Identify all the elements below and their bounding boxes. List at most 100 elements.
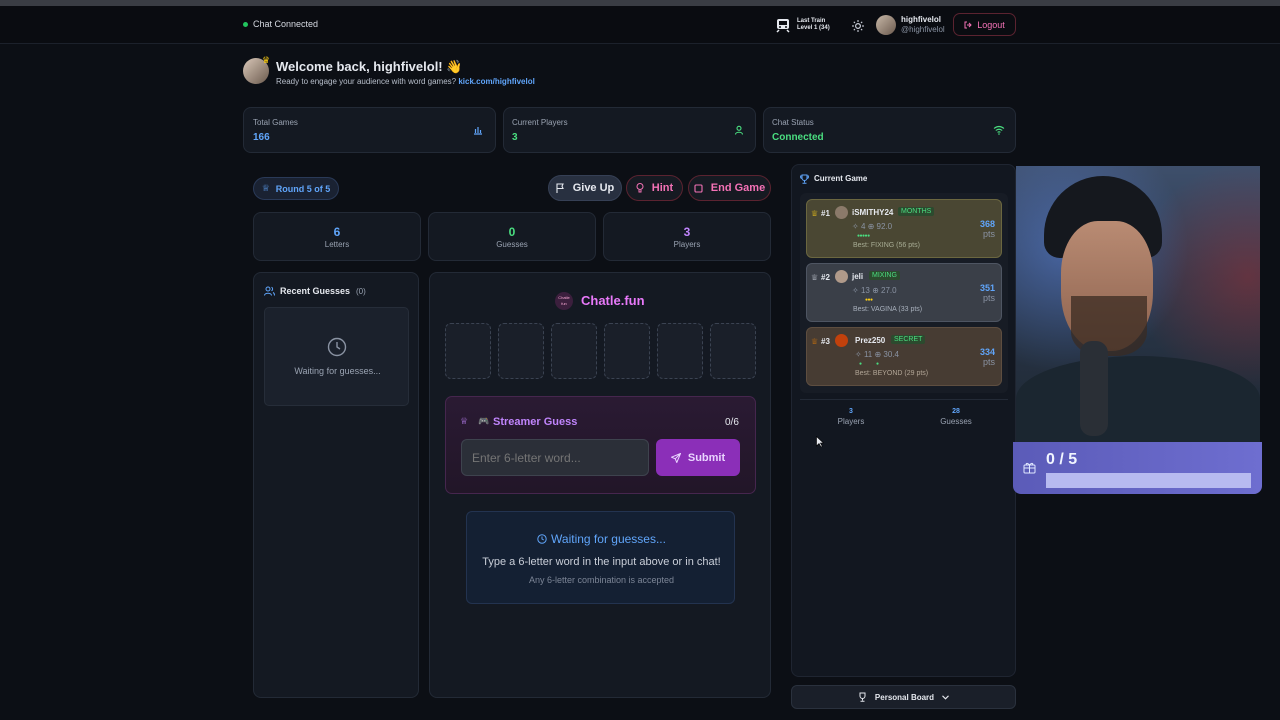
goal-overlay: 0 / 5: [1013, 442, 1262, 494]
stat-card-current-players: Current Players 3: [503, 107, 756, 153]
player-word-tag: SECRET: [891, 335, 926, 344]
welcome-title-text: Welcome back, highfivelol!: [276, 59, 443, 74]
personal-board-toggle[interactable]: Personal Board: [791, 685, 1016, 709]
player-best: Best: VAGINA (33 pts): [853, 306, 923, 313]
leaderboard-row-1[interactable]: ♕ #1 iSMITHY24 MONTHS ✧ 4 ⊕ 92.0 ●●●●● B…: [806, 199, 1002, 258]
rank-crown-icon: ♕: [811, 209, 819, 218]
submit-button[interactable]: Submit: [656, 439, 740, 476]
total-games-label: Total Games: [253, 118, 298, 127]
personal-board-label: Personal Board: [874, 692, 935, 702]
player-word-tag: MONTHS: [898, 207, 935, 216]
gift-icon: [1023, 462, 1036, 474]
leaderboard-row-2[interactable]: ♕ #2 jeli MIXING ✧ 13 ⊕ 27.0 ●●● Best: V…: [806, 263, 1002, 322]
hint-button[interactable]: Hint: [626, 175, 683, 201]
channel-link[interactable]: kick.com/highfivelol: [458, 77, 534, 86]
player-stats: ✧ 13 ⊕ 27.0: [852, 286, 897, 295]
waiting-title-text: Waiting for guesses...: [551, 532, 666, 546]
player-stat-b: 30.4: [883, 350, 899, 359]
current-game-title: Current Game: [814, 174, 868, 183]
chat-status-label: Chat Status: [772, 118, 814, 127]
players-value: 3: [683, 225, 691, 239]
waiting-clock-icon: [537, 534, 547, 544]
logout-button[interactable]: Logout: [953, 13, 1016, 36]
player-stat-a: 11: [863, 350, 873, 359]
theme-toggle-icon[interactable]: [852, 19, 864, 32]
rank-trophy-icon: ♕: [811, 273, 819, 282]
flag-icon: [556, 183, 564, 193]
recent-guesses-title: Recent Guesses: [280, 286, 351, 296]
guess-counter: 0/6: [725, 417, 739, 428]
chat-connected-status: Chat Connected: [253, 19, 319, 29]
points-label: pts: [982, 293, 995, 303]
lightbulb-icon: [636, 183, 644, 193]
leaderboard-row-3[interactable]: ♕ #3 Prez250 SECRET ✧ 11 ⊕ 30.4 ●● Best:…: [806, 327, 1002, 386]
divider: [800, 399, 1008, 400]
end-game-button[interactable]: End Game: [688, 175, 771, 201]
waiting-note: Any 6-letter combination is accepted: [528, 575, 675, 585]
points-label: pts: [982, 357, 995, 367]
user-icon: [734, 125, 744, 135]
stat-card-total-games: Total Games 166: [243, 107, 496, 153]
goal-progress-track: [1046, 473, 1251, 488]
give-up-button[interactable]: Give Up: [548, 175, 622, 201]
guesses-label: Guesses: [496, 240, 528, 249]
train-level: Level 1: [797, 25, 818, 31]
summary-guesses-label: Guesses: [940, 417, 972, 426]
player-name: jeli: [852, 272, 864, 281]
waiting-instructions: Type a 6-letter word in the input above …: [482, 556, 721, 568]
points-value: 368: [979, 219, 995, 229]
send-icon: [670, 452, 681, 463]
current-game-panel: Current Game ♕ #1 iSMITHY24 MONTHS ✧ 4 ⊕…: [791, 164, 1016, 677]
give-up-label: Give Up: [572, 182, 615, 194]
welcome-subtitle-text: Ready to engage your audience with word …: [276, 77, 457, 86]
summary-players: 3 Players: [822, 408, 880, 426]
train-info: Last Train Level 1 (34): [797, 18, 830, 32]
total-games-value: 166: [253, 132, 270, 143]
player-stats: ✧ 11 ⊕ 30.4: [855, 350, 899, 359]
wifi-icon: [993, 125, 1005, 135]
guesses-stat: 0 Guesses: [428, 212, 596, 261]
connection-dot-icon: [243, 22, 248, 27]
gamepad-icon: 🎮: [478, 416, 490, 426]
letter-tile-6: [710, 323, 756, 379]
users-icon: [264, 286, 275, 296]
recent-guesses-empty: Waiting for guesses...: [264, 307, 409, 406]
word-input[interactable]: [461, 439, 649, 476]
letters-stat: 6 Letters: [253, 212, 421, 261]
player-stat-b: 27.0: [881, 286, 897, 295]
round-crown-icon: ♕: [261, 183, 270, 193]
rank-label: #3: [821, 337, 830, 346]
user-avatar[interactable]: [876, 15, 896, 35]
crown-icon: ♛: [262, 55, 271, 65]
player-progress-dots: ●●●: [865, 297, 873, 303]
streamer-guess-box: ♕ 🎮 Streamer Guess 0/6 Submit: [445, 396, 756, 494]
mouse-cursor-icon: [816, 436, 824, 448]
end-game-label: End Game: [710, 182, 766, 194]
player-best: Best: FIXING (56 pts): [853, 242, 920, 249]
player-points: 351 pts: [980, 283, 995, 303]
letter-tile-5: [657, 323, 703, 379]
webcam-shirt: [1016, 356, 1260, 442]
letter-tile-1: [445, 323, 491, 379]
guesses-value: 0: [508, 225, 516, 239]
user-info: highfivelol @highfivelol: [901, 15, 945, 34]
train-count: (34): [819, 25, 830, 31]
players-label: Players: [673, 240, 701, 249]
user-handle: @highfivelol: [901, 25, 945, 34]
stat-card-chat-status: Chat Status Connected: [763, 107, 1016, 153]
player-avatar: [835, 334, 848, 347]
current-players-label: Current Players: [512, 118, 568, 127]
webcam-microphone: [1080, 341, 1108, 436]
player-stats: ✧ 4 ⊕ 92.0: [852, 222, 893, 231]
waiting-title: Waiting for guesses...: [467, 532, 736, 546]
recent-guesses-count: (0): [356, 287, 366, 296]
welcome-title: Welcome back, highfivelol! 👋: [276, 59, 462, 75]
welcome-subtitle: Ready to engage your audience with word …: [276, 77, 535, 86]
wave-emoji: 👋: [446, 59, 463, 74]
player-points: 368 pts: [980, 219, 995, 239]
clock-icon: [327, 337, 347, 357]
player-progress-dots: ●●: [859, 361, 894, 367]
player-avatar: [835, 206, 848, 219]
rank-label: #1: [821, 209, 830, 218]
players-stat: 3 Players: [603, 212, 771, 261]
